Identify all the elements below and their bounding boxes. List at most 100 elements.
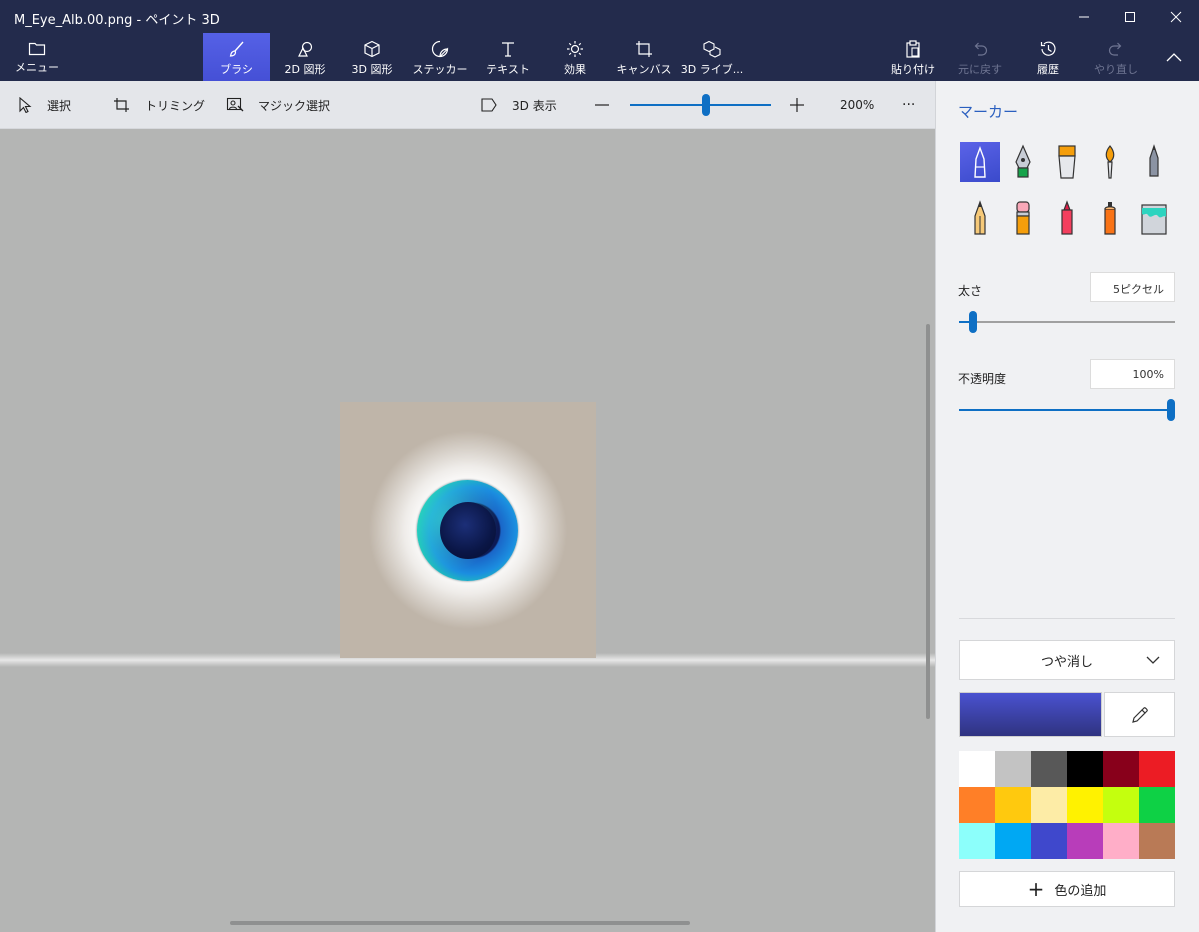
eye-pupil [440,502,496,559]
color-swatch[interactable] [1067,751,1103,787]
magic-select-button[interactable]: マジック選択 [226,81,330,129]
color-swatch[interactable] [959,787,995,823]
horizontal-scrollbar[interactable] [230,921,690,925]
text-icon [502,42,514,57]
zoom-level[interactable]: 200% [840,81,874,129]
color-swatch[interactable] [1031,787,1067,823]
folder-icon [28,42,46,56]
thickness-slider-thumb[interactable] [969,311,978,333]
maximize-icon [1125,11,1135,22]
select-label: 選択 [47,98,72,113]
tool-canvas[interactable]: キャンバス [609,33,679,81]
brush-watercolor[interactable] [1090,142,1130,182]
trim-label: トリミング [145,98,206,113]
redo-button[interactable]: やり直し [1087,33,1145,81]
history-button[interactable]: 履歴 [1019,33,1077,81]
eyedropper-icon [1131,706,1148,723]
brush-eraser[interactable] [1003,198,1043,238]
tool-label: やり直し [1094,63,1138,76]
color-swatch[interactable] [995,823,1031,859]
maximize-button[interactable] [1107,0,1153,33]
tool-label: 履歴 [1037,63,1059,76]
zoom-slider-track[interactable] [630,104,771,106]
brush-oil[interactable] [1047,142,1087,182]
tool-3d-shapes[interactable]: 3D 図形 [339,33,405,81]
view-3d-button[interactable]: 3D 表示 [480,81,557,129]
calligraphy-pen-icon [1015,144,1031,178]
finish-value: つや消し [1040,654,1093,670]
color-swatch[interactable] [1103,787,1139,823]
brush-fill[interactable] [1134,198,1174,238]
color-swatch[interactable] [995,787,1031,823]
brush-icon [229,41,244,57]
current-color-swatch[interactable] [959,692,1102,737]
undo-icon [974,42,988,56]
canvas-image[interactable] [340,402,596,658]
more-options-button[interactable]: ··· [902,81,915,129]
brush-panel: マーカー 太さ 5ピクセル 不透明度 100% つや消し + 色の追加 [935,81,1199,932]
brush-pixel-pen[interactable] [1134,142,1174,182]
select-button[interactable]: 選択 [17,81,71,129]
color-swatch[interactable] [1067,823,1103,859]
view-3d-label: 3D 表示 [512,98,557,113]
paste-icon [906,40,920,58]
toolbar: 選択 トリミング マジック選択 3D 表示 200% ··· [0,81,935,129]
vertical-scrollbar[interactable] [926,324,930,719]
color-swatch[interactable] [959,823,995,859]
opacity-input[interactable]: 100% [1090,359,1175,389]
color-swatch[interactable] [959,751,995,787]
tool-label: 2D 図形 [284,63,326,76]
sticker-icon [431,40,449,58]
menu-button[interactable]: メニュー [8,33,66,81]
tool-brushes[interactable]: ブラシ [203,33,270,81]
color-swatch[interactable] [1067,787,1103,823]
3d-view-icon [481,98,497,112]
zoom-slider-thumb[interactable] [702,94,711,116]
trim-button[interactable]: トリミング [113,81,205,129]
add-color-button[interactable]: + 色の追加 [959,871,1175,907]
brush-spray-can[interactable] [1090,198,1130,238]
tool-label: 3D ライブ... [680,63,744,76]
opacity-slider-thumb[interactable] [1167,399,1175,421]
zoom-out-button[interactable] [594,81,624,129]
minimize-button[interactable] [1061,0,1107,33]
color-swatch[interactable] [1031,751,1067,787]
finish-dropdown[interactable]: つや消し [959,640,1175,680]
tool-effects[interactable]: 効果 [543,33,607,81]
ribbon: メニュー ブラシ 2D 図形 3D 図形 ステッカー テキスト 効果 キャンバス… [0,33,1199,81]
color-swatch[interactable] [1031,823,1067,859]
tool-3d-library[interactable]: 3D ライブ... [681,33,743,81]
marker-icon [974,145,986,178]
color-swatch[interactable] [995,751,1031,787]
color-swatch[interactable] [1103,823,1139,859]
brush-crayon[interactable] [1047,198,1087,238]
window-title: M_Eye_Alb.00.png - ペイント 3D [14,13,220,28]
paste-button[interactable]: 貼り付け [884,33,942,81]
chevron-down-icon [1146,656,1160,664]
color-swatch[interactable] [1139,787,1175,823]
tool-label: 3D 図形 [351,63,393,76]
thickness-slider-track[interactable] [959,321,1175,323]
canvas-area[interactable] [0,129,935,932]
magic-select-label: マジック選択 [258,98,331,113]
color-swatch[interactable] [1103,751,1139,787]
tool-label: 貼り付け [891,63,935,76]
watercolor-icon [1105,145,1115,179]
undo-button[interactable]: 元に戻す [951,33,1009,81]
collapse-ribbon-button[interactable] [1156,33,1192,81]
tool-stickers[interactable]: ステッカー [406,33,474,81]
tool-label: テキスト [486,63,530,76]
tool-2d-shapes[interactable]: 2D 図形 [272,33,338,81]
brush-marker[interactable] [960,142,1000,182]
brush-pencil[interactable] [960,198,1000,238]
color-swatch[interactable] [1139,751,1175,787]
tool-label: ブラシ [220,63,253,76]
zoom-in-button[interactable] [789,81,819,129]
thickness-input[interactable]: 5ピクセル [1090,272,1175,302]
eyedropper-button[interactable] [1104,692,1175,737]
tool-text[interactable]: テキスト [476,33,540,81]
brush-calligraphy-pen[interactable] [1003,142,1043,182]
color-swatch[interactable] [1139,823,1175,859]
close-button[interactable] [1153,0,1199,33]
tool-label: キャンバス [616,63,672,76]
